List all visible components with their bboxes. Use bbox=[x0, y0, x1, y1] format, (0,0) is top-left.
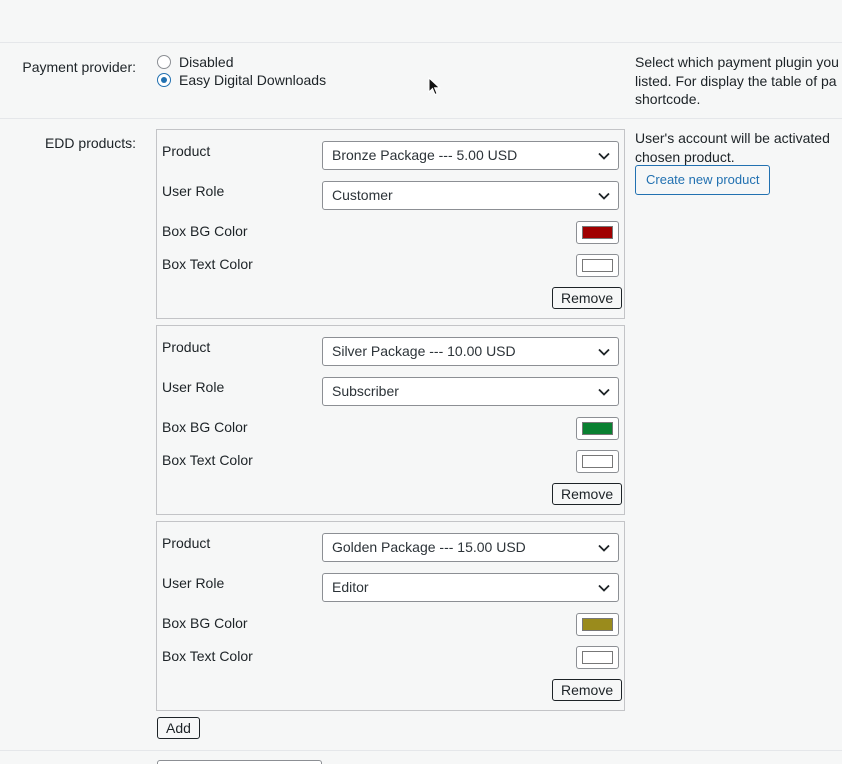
user-role-select-value: Customer bbox=[332, 187, 393, 203]
chevron-down-icon bbox=[590, 584, 618, 592]
color-swatch bbox=[582, 422, 613, 435]
edd-products-label: EDD products: bbox=[44, 135, 136, 151]
user-role-select[interactable]: Editor bbox=[322, 573, 619, 602]
product-select-value: Golden Package --- 15.00 USD bbox=[332, 539, 526, 555]
remove-button[interactable]: Remove bbox=[552, 679, 623, 701]
user-role-select[interactable]: Subscriber bbox=[322, 377, 619, 406]
chevron-down-icon bbox=[590, 388, 618, 396]
chevron-down-icon bbox=[590, 152, 618, 160]
add-product-button[interactable]: Add bbox=[157, 717, 200, 739]
chevron-down-icon bbox=[590, 544, 618, 552]
user-role-select[interactable]: Customer bbox=[322, 181, 619, 210]
color-swatch bbox=[582, 226, 613, 239]
box-text-color-picker[interactable] bbox=[576, 646, 619, 669]
product-label: Product bbox=[162, 339, 211, 355]
remove-button[interactable]: Remove bbox=[552, 287, 623, 309]
box-bg-color-picker[interactable] bbox=[576, 221, 619, 244]
color-swatch bbox=[582, 618, 613, 631]
mouse-cursor-icon bbox=[428, 77, 441, 96]
user-role-select-value: Editor bbox=[332, 579, 369, 595]
chevron-down-icon bbox=[590, 348, 618, 356]
product-select-value: Bronze Package --- 5.00 USD bbox=[332, 147, 518, 163]
color-swatch bbox=[582, 259, 613, 272]
next-field-edge bbox=[157, 760, 322, 764]
payment-provider-label: Payment provider: bbox=[22, 59, 136, 75]
section-divider bbox=[0, 118, 842, 119]
radio-disabled-label: Disabled bbox=[179, 54, 234, 70]
product-box: Product Bronze Package --- 5.00 USD User… bbox=[156, 129, 625, 319]
product-label: Product bbox=[162, 535, 211, 551]
user-role-label: User Role bbox=[162, 379, 225, 395]
box-text-color-picker[interactable] bbox=[576, 450, 619, 473]
chevron-down-icon bbox=[590, 192, 618, 200]
edd-description: User's account will be activated chosen … bbox=[635, 130, 830, 165]
radio-edd[interactable]: Easy Digital Downloads bbox=[157, 72, 326, 88]
product-select[interactable]: Silver Package --- 10.00 USD bbox=[322, 337, 619, 366]
box-text-color-label: Box Text Color bbox=[162, 256, 253, 272]
top-divider bbox=[0, 42, 842, 43]
box-bg-color-label: Box BG Color bbox=[162, 615, 248, 631]
user-role-label: User Role bbox=[162, 183, 225, 199]
remove-button[interactable]: Remove bbox=[552, 483, 623, 505]
product-label: Product bbox=[162, 143, 211, 159]
color-swatch bbox=[582, 455, 613, 468]
user-role-label: User Role bbox=[162, 575, 225, 591]
color-swatch bbox=[582, 651, 613, 664]
user-role-select-value: Subscriber bbox=[332, 383, 399, 399]
radio-edd-button[interactable] bbox=[157, 73, 171, 87]
box-bg-color-picker[interactable] bbox=[576, 613, 619, 636]
product-select-value: Silver Package --- 10.00 USD bbox=[332, 343, 516, 359]
box-bg-color-picker[interactable] bbox=[576, 417, 619, 440]
product-box: Product Golden Package --- 15.00 USD Use… bbox=[156, 521, 625, 711]
radio-disabled[interactable]: Disabled bbox=[157, 54, 233, 70]
payment-description: Select which payment plugin you listed. … bbox=[635, 54, 839, 107]
box-text-color-label: Box Text Color bbox=[162, 648, 253, 664]
box-bg-color-label: Box BG Color bbox=[162, 419, 248, 435]
box-bg-color-label: Box BG Color bbox=[162, 223, 248, 239]
radio-disabled-button[interactable] bbox=[157, 55, 171, 69]
product-box: Product Silver Package --- 10.00 USD Use… bbox=[156, 325, 625, 515]
create-new-product-button[interactable]: Create new product bbox=[635, 165, 771, 195]
bottom-divider bbox=[0, 750, 842, 751]
radio-edd-label: Easy Digital Downloads bbox=[179, 72, 327, 88]
product-select[interactable]: Bronze Package --- 5.00 USD bbox=[322, 141, 619, 170]
box-text-color-label: Box Text Color bbox=[162, 452, 253, 468]
box-text-color-picker[interactable] bbox=[576, 254, 619, 277]
product-select[interactable]: Golden Package --- 15.00 USD bbox=[322, 533, 619, 562]
